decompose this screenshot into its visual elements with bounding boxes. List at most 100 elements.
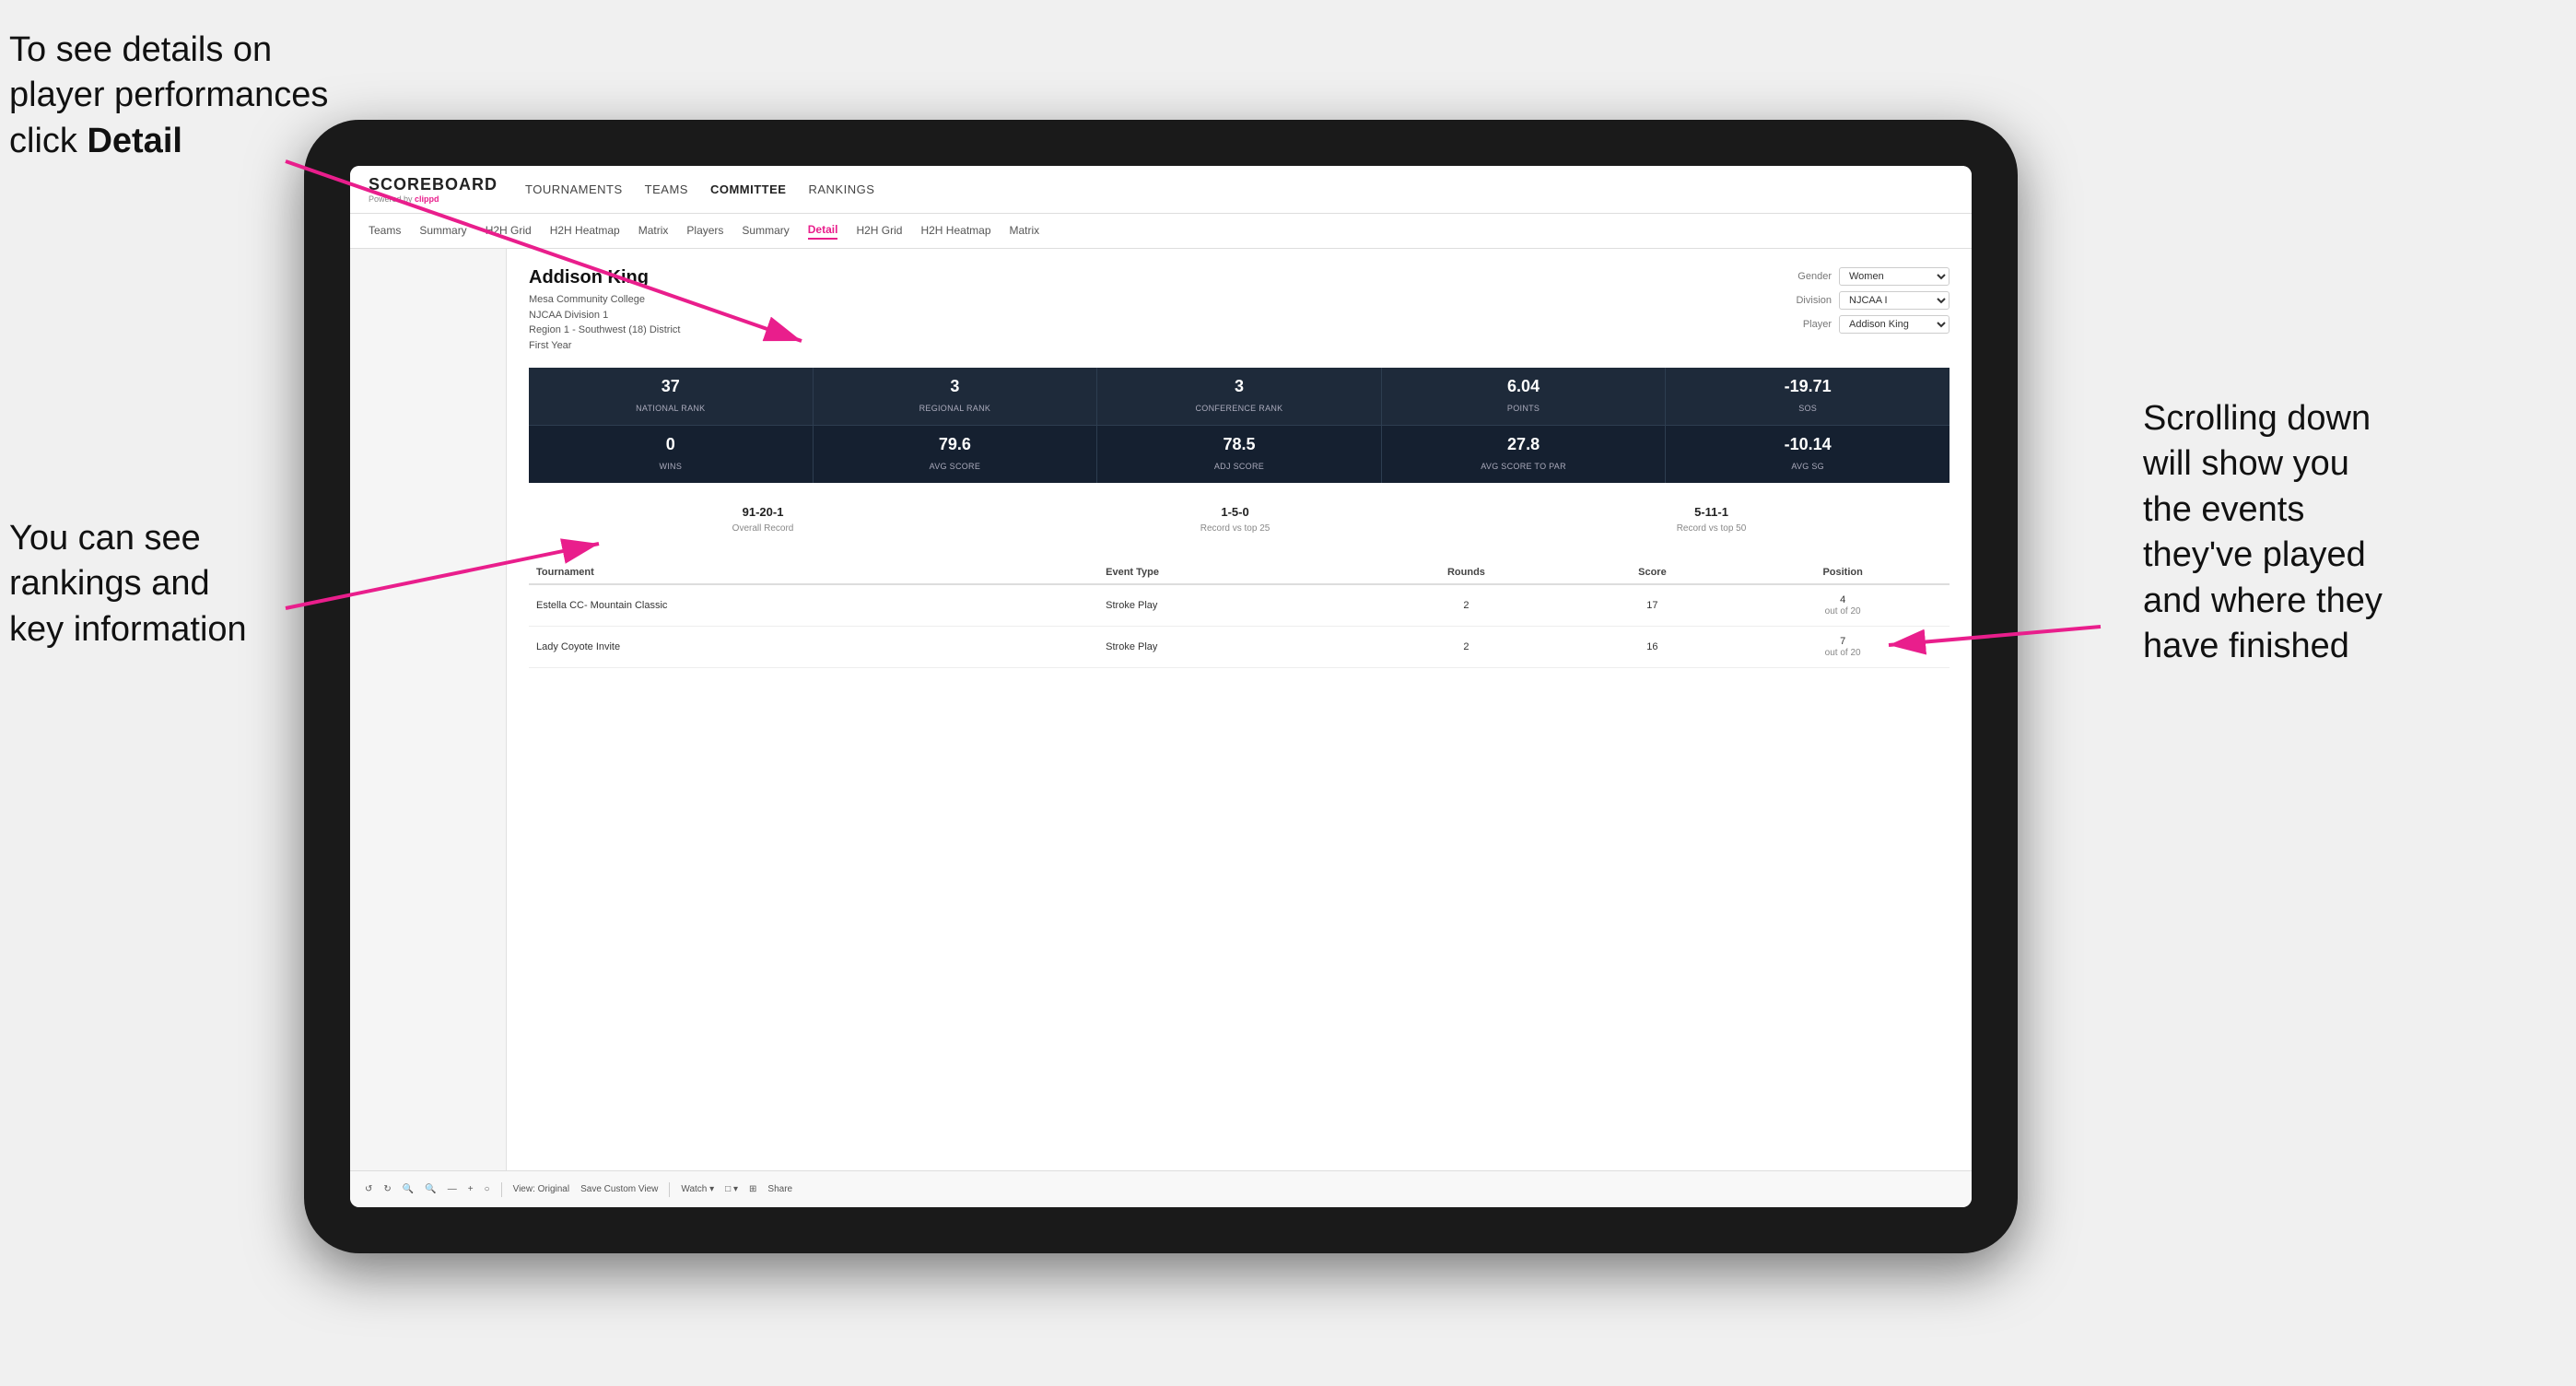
rounds-1: 2 [1364, 584, 1568, 627]
toolbar-watch[interactable]: Watch ▾ [681, 1184, 714, 1194]
gender-select[interactable]: Women [1839, 267, 1950, 286]
player-name: Addison King [529, 267, 680, 288]
record-overall: 91-20-1 Overall Record [732, 505, 794, 535]
toolbar-minus[interactable]: — [448, 1184, 457, 1194]
regional-rank-value: 3 [821, 377, 1090, 396]
points-value: 6.04 [1389, 377, 1658, 396]
nav-tournaments[interactable]: TOURNAMENTS [525, 182, 623, 196]
player-filters: Gender Women Division NJCAA I [1781, 267, 1950, 353]
player-select[interactable]: Addison King [1839, 315, 1950, 334]
nav-committee[interactable]: COMMITTEE [710, 182, 787, 196]
subnav-h2hgrid[interactable]: H2H Grid [486, 224, 532, 239]
col-rounds: Rounds [1364, 561, 1568, 584]
ann-tl-line2: player performances [9, 76, 328, 114]
position-1: 4 out of 20 [1736, 584, 1950, 627]
nav-teams[interactable]: TEAMS [645, 182, 688, 196]
wins-label: Wins [659, 462, 682, 471]
player-filter-row: Player Addison King [1781, 315, 1950, 334]
ann-r-line4: they've played [2143, 535, 2366, 574]
table-header-row: Tournament Event Type Rounds Score Posit… [529, 561, 1950, 584]
toolbar-reset[interactable]: ○ [485, 1184, 490, 1194]
stat-points: 6.04 Points [1382, 368, 1667, 425]
tablet-screen: SCOREBOARD Powered by clippd TOURNAMENTS… [350, 166, 1972, 1207]
subnav-players[interactable]: Players [686, 224, 723, 239]
tournament-table: Tournament Event Type Rounds Score Posit… [529, 561, 1950, 668]
conference-rank-value: 3 [1105, 377, 1374, 396]
wins-value: 0 [536, 435, 805, 454]
records-row: 91-20-1 Overall Record 1-5-0 Record vs t… [529, 498, 1950, 543]
player-label: Player [1781, 319, 1832, 330]
stat-regional-rank: 3 Regional Rank [814, 368, 1098, 425]
division-select[interactable]: NJCAA I [1839, 291, 1950, 310]
avg-score-par-value: 27.8 [1389, 435, 1658, 454]
position-value-1: 4 [1840, 594, 1845, 605]
conference-rank-label: Conference Rank [1195, 404, 1282, 413]
regional-rank-label: Regional Rank [919, 404, 991, 413]
position-value-2: 7 [1840, 636, 1845, 647]
subnav-matrix2[interactable]: Matrix [1010, 224, 1040, 239]
annotation-right: Scrolling down will show you the events … [2143, 396, 2567, 669]
subnav-h2hgrid2[interactable]: H2H Grid [856, 224, 902, 239]
gender-label: Gender [1781, 271, 1832, 282]
avg-score-label: Avg Score [930, 462, 981, 471]
ann-bl-line2: rankings and [9, 564, 210, 603]
toolbar-redo[interactable]: ↻ [383, 1184, 391, 1194]
sos-label: SoS [1798, 404, 1817, 413]
annotation-topleft: To see details on player performances cl… [9, 28, 328, 164]
stat-avg-score-par: 27.8 Avg Score to Par [1382, 425, 1667, 483]
col-position: Position [1736, 561, 1950, 584]
tournament-name-2: Lady Coyote Invite [529, 627, 1098, 668]
logo-text: SCOREBOARD [369, 175, 498, 194]
record-top25-value: 1-5-0 [1200, 505, 1270, 519]
stat-conference-rank: 3 Conference Rank [1097, 368, 1382, 425]
national-rank-value: 37 [536, 377, 805, 396]
subnav-detail[interactable]: Detail [808, 223, 838, 240]
stats-grid-row2: 0 Wins 79.6 Avg Score 78.5 Adj Score 27.… [529, 425, 1950, 483]
ann-r-line1: Scrolling down [2143, 399, 2371, 438]
toolbar-grid[interactable]: ⊞ [749, 1184, 756, 1194]
toolbar-share[interactable]: Share [767, 1184, 792, 1194]
stat-avg-score: 79.6 Avg Score [814, 425, 1098, 483]
toolbar-zoom-in[interactable]: 🔍 [425, 1184, 436, 1194]
record-overall-label: Overall Record [732, 523, 794, 534]
toolbar-sep-2 [669, 1182, 670, 1197]
player-year: First Year [529, 338, 680, 354]
subnav-teams[interactable]: Teams [369, 224, 401, 239]
adj-score-value: 78.5 [1105, 435, 1374, 454]
toolbar-undo[interactable]: ↺ [365, 1184, 372, 1194]
stat-wins: 0 Wins [529, 425, 814, 483]
avg-score-par-label: Avg Score to Par [1481, 462, 1566, 471]
position-2: 7 out of 20 [1736, 627, 1950, 668]
toolbar-zoom-out[interactable]: 🔍 [403, 1184, 414, 1194]
ann-bl-line1: You can see [9, 519, 201, 558]
toolbar-plus[interactable]: + [468, 1184, 474, 1194]
annotation-bottomleft: You can see rankings and key information [9, 516, 247, 652]
event-type-1: Stroke Play [1098, 584, 1364, 627]
record-top25-label: Record vs top 25 [1200, 523, 1270, 534]
ann-tl-line3-prefix: click [9, 122, 87, 160]
player-region: Region 1 - Southwest (18) District [529, 323, 680, 338]
subnav-summary[interactable]: Summary [419, 224, 466, 239]
record-top25: 1-5-0 Record vs top 25 [1200, 505, 1270, 535]
left-sidebar [350, 249, 507, 1170]
subnav-summary2[interactable]: Summary [742, 224, 789, 239]
subnav-matrix[interactable]: Matrix [638, 224, 669, 239]
record-top50-value: 5-11-1 [1677, 505, 1747, 519]
points-label: Points [1507, 404, 1540, 413]
score-2: 16 [1569, 627, 1737, 668]
toolbar-layout[interactable]: □ ▾ [725, 1184, 738, 1194]
subnav-h2hheatmap2[interactable]: H2H Heatmap [920, 224, 990, 239]
subnav-h2hheatmap[interactable]: H2H Heatmap [550, 224, 620, 239]
nav-rankings[interactable]: RANKINGS [808, 182, 874, 196]
sos-value: -19.71 [1673, 377, 1942, 396]
ann-r-line6: have finished [2143, 627, 2349, 665]
tablet-device: SCOREBOARD Powered by clippd TOURNAMENTS… [304, 120, 2018, 1253]
adj-score-label: Adj Score [1214, 462, 1264, 471]
record-overall-value: 91-20-1 [732, 505, 794, 519]
toolbar-save-custom[interactable]: Save Custom View [580, 1184, 658, 1194]
col-event-type: Event Type [1098, 561, 1364, 584]
avg-sg-value: -10.14 [1673, 435, 1942, 454]
toolbar-view-original[interactable]: View: Original [513, 1184, 570, 1194]
division-label: Division [1781, 295, 1832, 306]
top-nav: SCOREBOARD Powered by clippd TOURNAMENTS… [350, 166, 1972, 214]
